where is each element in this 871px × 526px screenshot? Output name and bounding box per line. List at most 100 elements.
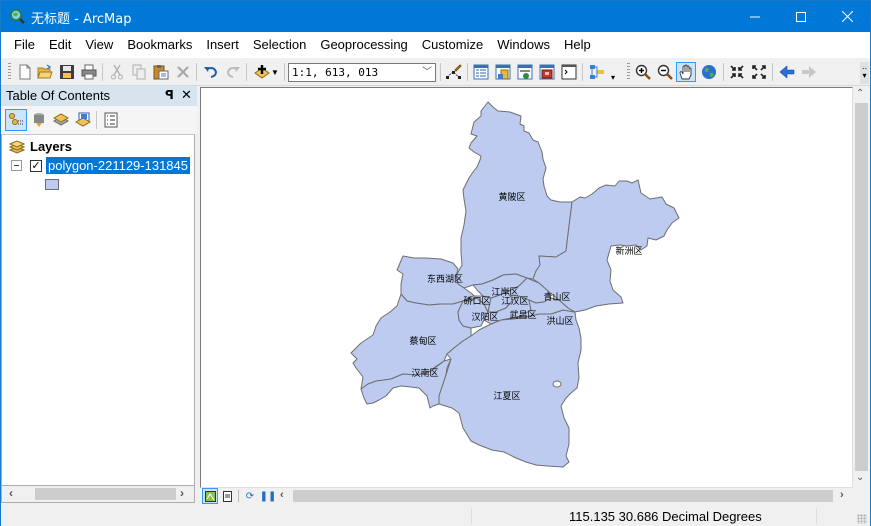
scroll-down-icon[interactable]: ⌄: [856, 472, 864, 483]
menu-file[interactable]: File: [8, 32, 43, 58]
delete-button[interactable]: [173, 62, 193, 82]
layer-name[interactable]: polygon-221129-131845: [46, 157, 190, 174]
menu-bookmarks[interactable]: Bookmarks: [121, 32, 200, 58]
globe-icon: [702, 65, 716, 79]
scroll-right-icon[interactable]: ›: [180, 486, 184, 500]
forward-extent-button[interactable]: [799, 62, 819, 82]
list-by-selection-button[interactable]: [72, 109, 94, 131]
redo-button[interactable]: [223, 62, 243, 82]
menu-customize[interactable]: Customize: [416, 32, 491, 58]
toolbar-grip[interactable]: [8, 63, 11, 81]
print-button[interactable]: [79, 62, 99, 82]
map-canvas[interactable]: 黄陂区 新洲区 东西湖区 江岸区 硚口区 江汉区 青山区 汉阳区 武昌区 洪山区 蔡甸区 汉南区 江夏区: [200, 87, 853, 488]
scroll-left-icon[interactable]: ‹: [9, 486, 13, 500]
menu-windows[interactable]: Windows: [491, 32, 558, 58]
redo-icon: [226, 67, 240, 78]
copy-icon: [132, 64, 146, 80]
editor-icon: [446, 64, 462, 79]
arcmap-app-icon: [10, 9, 25, 24]
layer-visibility-checkbox[interactable]: ✓: [30, 159, 42, 172]
zoom-out-icon: [657, 64, 673, 80]
catalog-window-button[interactable]: [493, 62, 513, 82]
menu-selection[interactable]: Selection: [247, 32, 314, 58]
menu-geoprocessing[interactable]: Geoprocessing: [314, 32, 415, 58]
toc-tree: Layers ✓ polygon-221129-131845: [1, 134, 195, 486]
fixed-zoom-in-button[interactable]: [727, 62, 747, 82]
menu-insert[interactable]: Insert: [200, 32, 247, 58]
add-data-button[interactable]: ▼: [251, 62, 281, 82]
menu-view[interactable]: View: [79, 32, 121, 58]
new-document-button[interactable]: [15, 62, 35, 82]
scrollbar-thumb[interactable]: [35, 488, 176, 500]
list-by-source-button[interactable]: [28, 109, 50, 131]
back-extent-button[interactable]: [777, 62, 797, 82]
refresh-icon: ⟳: [245, 490, 255, 502]
menu-edit[interactable]: Edit: [43, 32, 79, 58]
toolbar-overflow-button[interactable]: ‥ ▾: [860, 62, 869, 84]
cut-button[interactable]: [107, 62, 127, 82]
model-builder-button[interactable]: [587, 62, 607, 82]
layer-symbol-swatch[interactable]: [45, 179, 59, 190]
toolbar-overflow-button[interactable]: ▾: [611, 74, 621, 84]
full-extent-button[interactable]: [699, 62, 719, 82]
save-button[interactable]: [57, 62, 77, 82]
toolbar-separator: [772, 63, 773, 81]
chevron-down-icon[interactable]: ﹀: [422, 64, 432, 81]
dropdown-arrow-icon: ▼: [271, 67, 279, 77]
map-view-bar: ⟳ ❚❚ ‹ ›: [200, 488, 853, 504]
paste-button[interactable]: [151, 62, 171, 82]
status-pane-divider: [471, 508, 472, 524]
editor-toolbar-button[interactable]: [444, 62, 464, 82]
map-scale-combobox[interactable]: 1:1, 613, 013 ﹀: [288, 63, 436, 82]
fixed-zoom-out-button[interactable]: [749, 62, 769, 82]
zoom-out-button[interactable]: [655, 62, 675, 82]
map-vertical-scrollbar[interactable]: ⌃ ⌄: [853, 87, 870, 488]
list-by-visibility-button[interactable]: [50, 109, 72, 131]
search-window-button[interactable]: [515, 62, 535, 82]
layer-item[interactable]: ✓ polygon-221129-131845: [11, 157, 190, 174]
table-of-contents-panel: Table Of Contents ꟼ ✕ Layers ✓ polygon-2…: [1, 86, 197, 504]
toc-horizontal-scrollbar[interactable]: ‹ ›: [1, 486, 195, 503]
layers-root[interactable]: Layers: [9, 139, 72, 154]
data-view-button[interactable]: [202, 488, 218, 504]
toc-window-button[interactable]: [471, 62, 491, 82]
toc-options-button[interactable]: [100, 109, 122, 131]
title-bar: 无标题 - ArcMap: [1, 1, 870, 32]
pause-drawing-button[interactable]: ❚❚: [260, 488, 277, 504]
minimize-button[interactable]: [732, 1, 778, 32]
python-window-button[interactable]: [559, 62, 579, 82]
collapse-icon[interactable]: [11, 160, 22, 171]
new-document-icon: [19, 64, 31, 80]
pin-icon[interactable]: ꟼ: [165, 88, 174, 102]
map-scale-value: 1:1, 613, 013: [292, 66, 379, 79]
layout-view-button[interactable]: [219, 488, 235, 504]
open-button[interactable]: [35, 62, 55, 82]
maximize-button[interactable]: [778, 1, 824, 32]
undo-button[interactable]: [201, 62, 221, 82]
fixed-zoom-out-icon: [752, 65, 766, 79]
toc-close-icon[interactable]: ✕: [181, 87, 192, 103]
map-drawing[interactable]: 黄陂区新洲区东西湖区江岸区硚口区 江汉区 青山区汉阳区 武昌区洪山区蔡甸区汉南区江夏区: [201, 88, 853, 488]
scroll-up-icon[interactable]: ⌃: [856, 88, 864, 99]
toc-toolbar-separator: [96, 111, 97, 129]
lake-island: [552, 380, 562, 388]
refresh-button[interactable]: ⟳: [242, 488, 258, 504]
close-button[interactable]: [824, 1, 870, 32]
zoom-in-button[interactable]: [633, 62, 653, 82]
toolbar-grip[interactable]: [627, 63, 630, 81]
resize-grip[interactable]: [857, 514, 867, 524]
layers-stack-icon: [9, 139, 25, 154]
district-label: 新洲区: [615, 245, 642, 257]
scroll-left-icon[interactable]: ‹: [280, 489, 284, 501]
list-by-drawing-order-button[interactable]: [5, 109, 27, 131]
copy-button[interactable]: [129, 62, 149, 82]
scroll-right-icon[interactable]: ›: [840, 489, 844, 501]
arctoolbox-button[interactable]: [537, 62, 557, 82]
map-view: 黄陂区 新洲区 东西湖区 江岸区 硚口区 江汉区 青山区 汉阳区 武昌区 洪山区 蔡甸区 汉南区 江夏区…: [200, 86, 870, 504]
scrollbar-thumb[interactable]: [855, 103, 868, 471]
scrollbar-thumb[interactable]: [293, 490, 833, 502]
close-icon: [841, 11, 853, 22]
pan-button[interactable]: [676, 62, 696, 82]
undo-icon: [204, 67, 218, 78]
menu-help[interactable]: Help: [558, 32, 599, 58]
